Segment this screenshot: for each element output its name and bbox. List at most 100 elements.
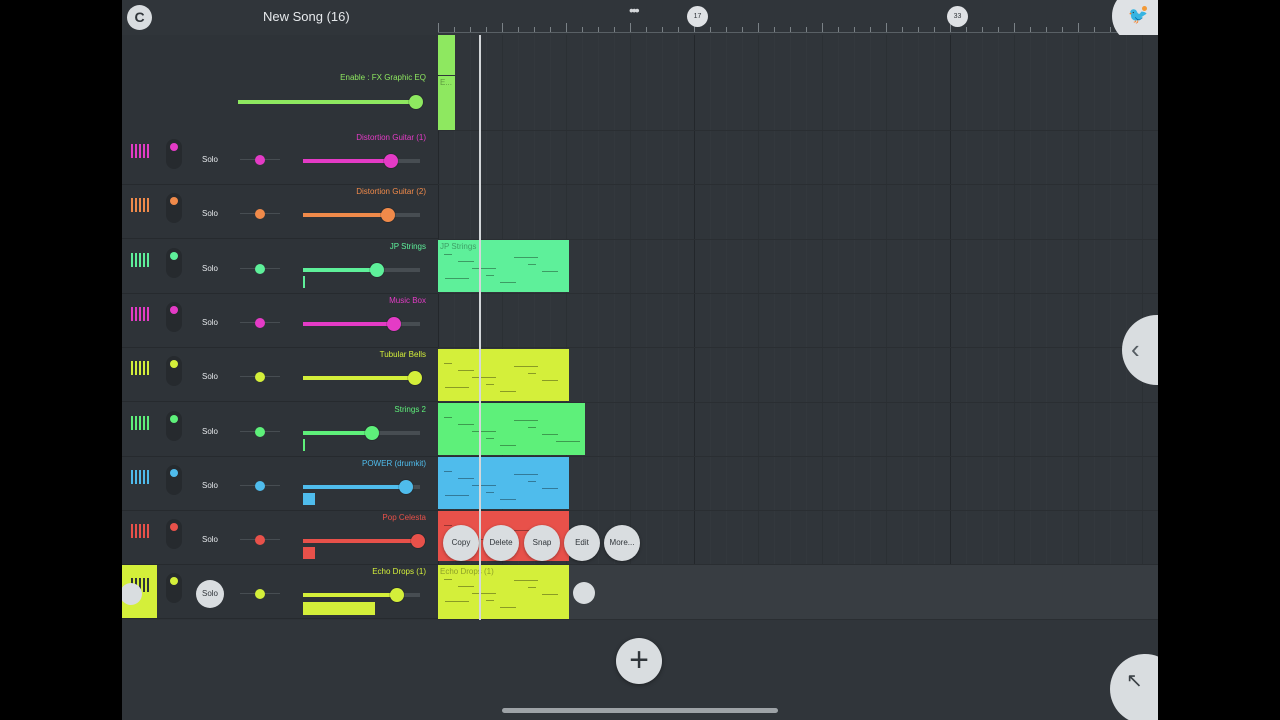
volume-slider-fill [303,539,418,543]
pan-slider-thumb[interactable] [255,264,265,274]
app-logo-icon[interactable]: C [127,5,152,30]
instrument-button[interactable] [122,294,157,347]
volume-slider-thumb[interactable] [390,588,404,602]
more-dots-icon[interactable]: ••• [629,2,640,18]
instrument-track[interactable]: Solo Strings 2 [122,403,438,457]
instrument-track[interactable]: Solo Distortion Guitar (1) [122,131,438,185]
pattern-clip[interactable]: Echo Drops (1) [438,565,569,619]
timeline-ruler[interactable] [438,18,1158,33]
instrument-track[interactable]: Solo JP Strings [122,240,438,294]
grid-line [998,35,999,620]
pan-slider-thumb[interactable] [255,209,265,219]
mute-knob[interactable] [166,139,182,169]
solo-button[interactable]: Solo [196,309,224,337]
note-mark [528,481,536,482]
context-snap-button[interactable]: Snap [524,525,560,561]
ruler-tick [806,27,807,32]
instrument-track[interactable]: Solo POWER (drumkit) [122,457,438,511]
expand-corner-button[interactable]: ↖ [1110,654,1158,720]
pattern-clip[interactable] [438,35,455,75]
mute-knob[interactable] [166,411,182,441]
automation-slider-thumb[interactable] [409,95,423,109]
pan-slider-thumb[interactable] [255,589,265,599]
volume-slider-thumb[interactable] [381,208,395,222]
volume-slider-thumb[interactable] [365,426,379,440]
instrument-button[interactable] [122,131,157,184]
ruler-tick [838,27,839,32]
volume-slider-thumb[interactable] [387,317,401,331]
grid-line [790,35,791,620]
solo-button[interactable]: Solo [196,472,224,500]
fl-studio-mobile-app: C New Song (16) ••• 17 33 🐦 Enable : FX … [122,0,1158,720]
solo-button[interactable]: Solo [196,526,224,554]
mute-knob[interactable] [166,356,182,386]
context-more-button[interactable]: More... [604,525,640,561]
instrument-button[interactable] [122,240,157,293]
context-copy-button[interactable]: Copy [443,525,479,561]
playhead[interactable] [479,35,481,620]
solo-button[interactable]: Solo [196,255,224,283]
ruler-tick [1014,23,1015,32]
add-track-button[interactable]: + [616,638,662,684]
instrument-button[interactable] [122,185,157,238]
volume-slider-thumb[interactable] [411,534,425,548]
piano-keys-icon [131,470,149,484]
bar-marker-33[interactable]: 33 [947,6,968,27]
pan-slider-thumb[interactable] [255,155,265,165]
pan-slider-thumb[interactable] [255,372,265,382]
solo-button[interactable]: Solo [196,363,224,391]
mute-knob[interactable] [166,302,182,332]
pattern-clip[interactable]: E... [438,76,455,130]
instrument-track[interactable]: Solo Tubular Bells [122,348,438,402]
mute-knob[interactable] [166,519,182,549]
pattern-clip[interactable] [438,403,585,455]
piano-keys-icon [131,307,149,321]
note-mark [472,268,496,269]
pan-slider-thumb[interactable] [255,535,265,545]
volume-slider-thumb[interactable] [408,371,422,385]
instrument-button[interactable] [122,403,157,456]
instrument-button[interactable] [122,348,157,401]
instrument-track[interactable]: Solo Distortion Guitar (2) [122,185,438,239]
piano-keys-icon [131,361,149,375]
solo-button[interactable]: Solo [196,418,224,446]
instrument-button[interactable] [122,457,157,510]
pan-slider-thumb[interactable] [255,427,265,437]
mute-knob[interactable] [166,573,182,603]
context-edit-button[interactable]: Edit [564,525,600,561]
song-title[interactable]: New Song (16) [263,9,350,24]
automation-mini-clip [303,547,315,559]
solo-button[interactable]: Solo [196,580,224,608]
pattern-clip[interactable] [438,349,569,401]
note-mark [500,391,516,392]
ruler-tick [918,27,919,32]
pattern-right-resize-handle[interactable] [573,582,595,604]
lane-divider [438,619,1158,620]
instrument-track[interactable]: Solo Echo Drops (1) [122,565,438,619]
instrument-track[interactable]: Solo Music Box [122,294,438,348]
pattern-clip[interactable] [438,457,569,509]
mute-knob[interactable] [166,193,182,223]
ruler-tick [1030,27,1031,32]
mute-knob[interactable] [166,465,182,495]
volume-slider-thumb[interactable] [384,154,398,168]
mute-knob[interactable] [166,248,182,278]
volume-slider-thumb[interactable] [370,263,384,277]
track-list: Enable : FX Graphic EQ Solo Distortion Gui… [122,35,438,620]
ruler-tick [758,23,759,32]
solo-button[interactable]: Solo [196,200,224,228]
ruler-tick [486,27,487,32]
instrument-track[interactable]: Solo Pop Celesta [122,511,438,565]
bar-marker-17[interactable]: 17 [687,6,708,27]
volume-slider-thumb[interactable] [399,480,413,494]
pan-slider-thumb[interactable] [255,481,265,491]
grid-line [806,35,807,620]
instrument-button[interactable] [122,511,157,564]
context-delete-button[interactable]: Delete [483,525,519,561]
grid-line [838,35,839,620]
pan-slider-thumb[interactable] [255,318,265,328]
pattern-clip[interactable]: JP Strings [438,240,569,292]
note-mark [445,495,469,496]
note-mark [528,264,536,265]
solo-button[interactable]: Solo [196,146,224,174]
